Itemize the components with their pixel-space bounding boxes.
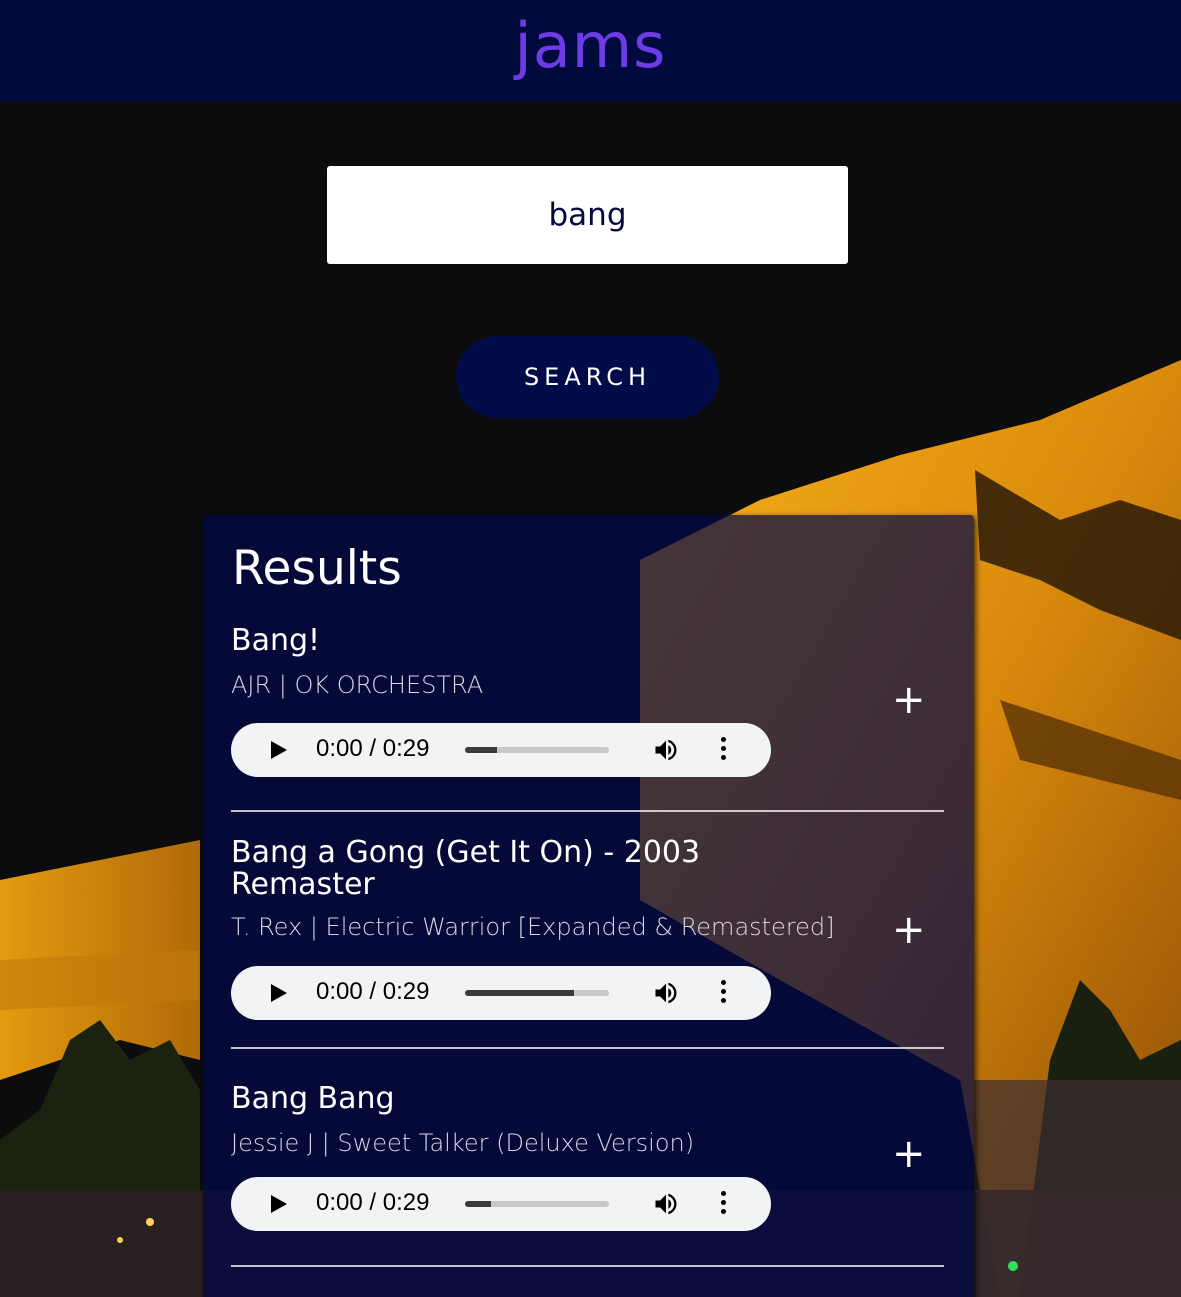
audio-player[interactable]: 0:00 / 0:29 — [231, 966, 771, 1020]
audio-time: 0:00 / 0:29 — [316, 978, 430, 1005]
results-panel: Results Bang! AJR | OK ORCHESTRA + 0:00 … — [203, 515, 974, 1297]
volume-icon[interactable] — [651, 1190, 681, 1218]
volume-icon[interactable] — [651, 736, 681, 764]
audio-player[interactable]: 0:00 / 0:29 — [231, 723, 771, 777]
track-item: Bang! AJR | OK ORCHESTRA + 0:00 / 0:29 — [231, 625, 944, 812]
audio-time: 0:00 / 0:29 — [316, 1189, 430, 1216]
play-icon[interactable] — [271, 1195, 287, 1213]
audio-time: 0:00 / 0:29 — [316, 735, 430, 762]
search-input[interactable] — [327, 166, 848, 264]
add-track-button[interactable]: + — [892, 1134, 926, 1174]
more-vertical-icon[interactable] — [719, 1191, 727, 1217]
more-vertical-icon[interactable] — [719, 737, 727, 763]
volume-icon[interactable] — [651, 979, 681, 1007]
play-icon[interactable] — [271, 984, 287, 1002]
results-title: Results — [232, 541, 402, 596]
track-artist-album: AJR | OK ORCHESTRA — [231, 671, 484, 699]
track-artist-album: Jessie J | Sweet Talker (Deluxe Version) — [231, 1129, 695, 1157]
track-item: Bang Bang Jessie J | Sweet Talker (Delux… — [231, 1083, 944, 1267]
add-track-button[interactable]: + — [892, 680, 926, 720]
track-artist-album: T. Rex | Electric Warrior [Expanded & Re… — [231, 913, 835, 941]
play-icon[interactable] — [271, 741, 287, 759]
top-bar: jams — [0, 0, 1181, 101]
audio-player[interactable]: 0:00 / 0:29 — [231, 1177, 771, 1231]
audio-progress-bar[interactable] — [465, 990, 609, 996]
track-item: Bang a Gong (Get It On) - 2003 Remaster … — [231, 837, 944, 1049]
audio-progress-bar[interactable] — [465, 747, 609, 753]
audio-progress-bar[interactable] — [465, 1201, 609, 1207]
track-name: Bang a Gong (Get It On) - 2003 Remaster — [231, 835, 701, 902]
track-name: Bang Bang — [231, 1081, 395, 1116]
app-logo: jams — [514, 9, 667, 82]
add-track-button[interactable]: + — [892, 910, 926, 950]
track-name: Bang! — [231, 623, 321, 658]
search-button[interactable]: SEARCH — [456, 336, 719, 418]
more-vertical-icon[interactable] — [719, 980, 727, 1006]
